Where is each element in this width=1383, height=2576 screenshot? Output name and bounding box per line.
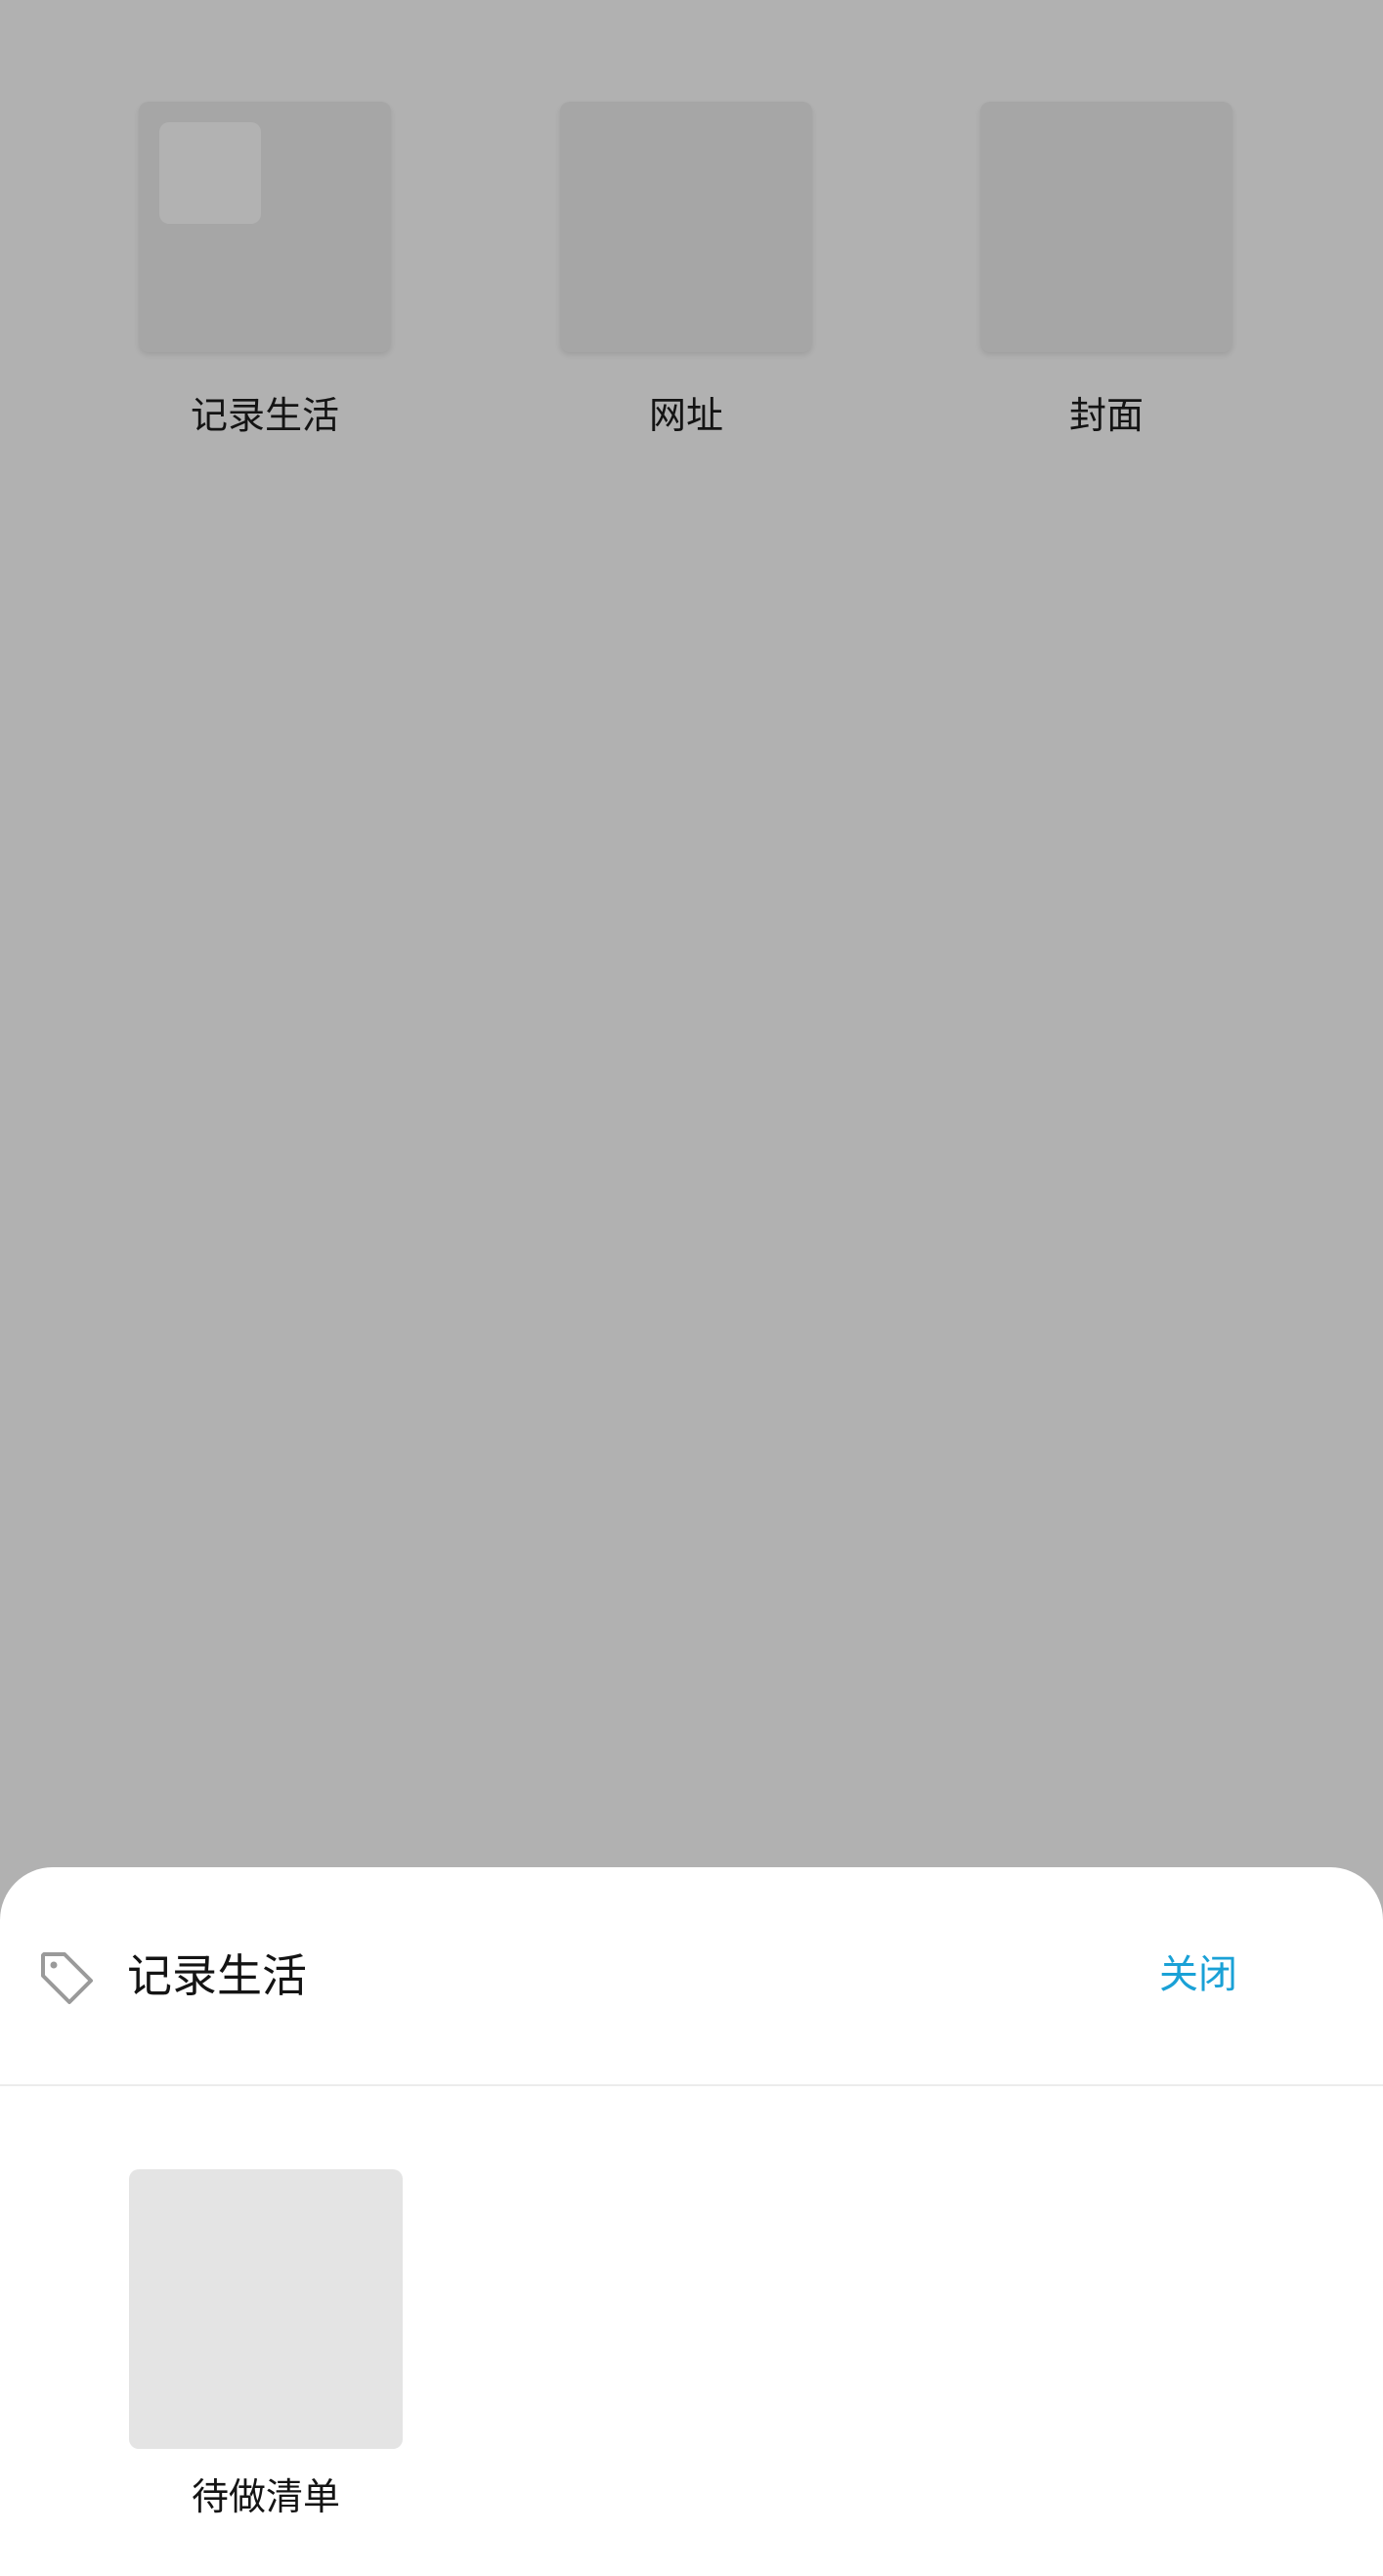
folder-tile[interactable] bbox=[980, 102, 1232, 352]
background-folder-grid: 记录生活 网址 封面 bbox=[0, 0, 1383, 489]
sheet-item-todo-list[interactable]: 待做清单 bbox=[129, 2169, 403, 2515]
bottom-sheet: 记录生活 关闭 待做清单 bbox=[0, 1867, 1383, 2576]
folder-tile[interactable] bbox=[560, 102, 812, 352]
item-label: 待做清单 bbox=[191, 2475, 340, 2518]
close-button[interactable]: 关闭 bbox=[1159, 1953, 1237, 1996]
item-tile[interactable] bbox=[129, 2169, 403, 2449]
folder-label: 记录生活 bbox=[190, 394, 339, 437]
sheet-header: 记录生活 关闭 bbox=[0, 1867, 1383, 2086]
tag-icon bbox=[41, 1952, 93, 2004]
sheet-title: 记录生活 bbox=[127, 1949, 307, 2002]
folder-label: 网址 bbox=[648, 394, 723, 437]
screen: 记录生活 网址 封面 记录生活 关闭 待做清单 bbox=[0, 0, 1383, 2576]
divider bbox=[0, 2084, 1383, 2086]
folder-label: 封面 bbox=[1068, 394, 1144, 437]
folder-urls[interactable]: 网址 bbox=[560, 102, 812, 434]
folder-tile[interactable] bbox=[139, 102, 391, 352]
folder-record-life[interactable]: 记录生活 bbox=[139, 102, 391, 434]
folder-thumbnail bbox=[159, 122, 261, 224]
folder-covers[interactable]: 封面 bbox=[980, 102, 1232, 434]
